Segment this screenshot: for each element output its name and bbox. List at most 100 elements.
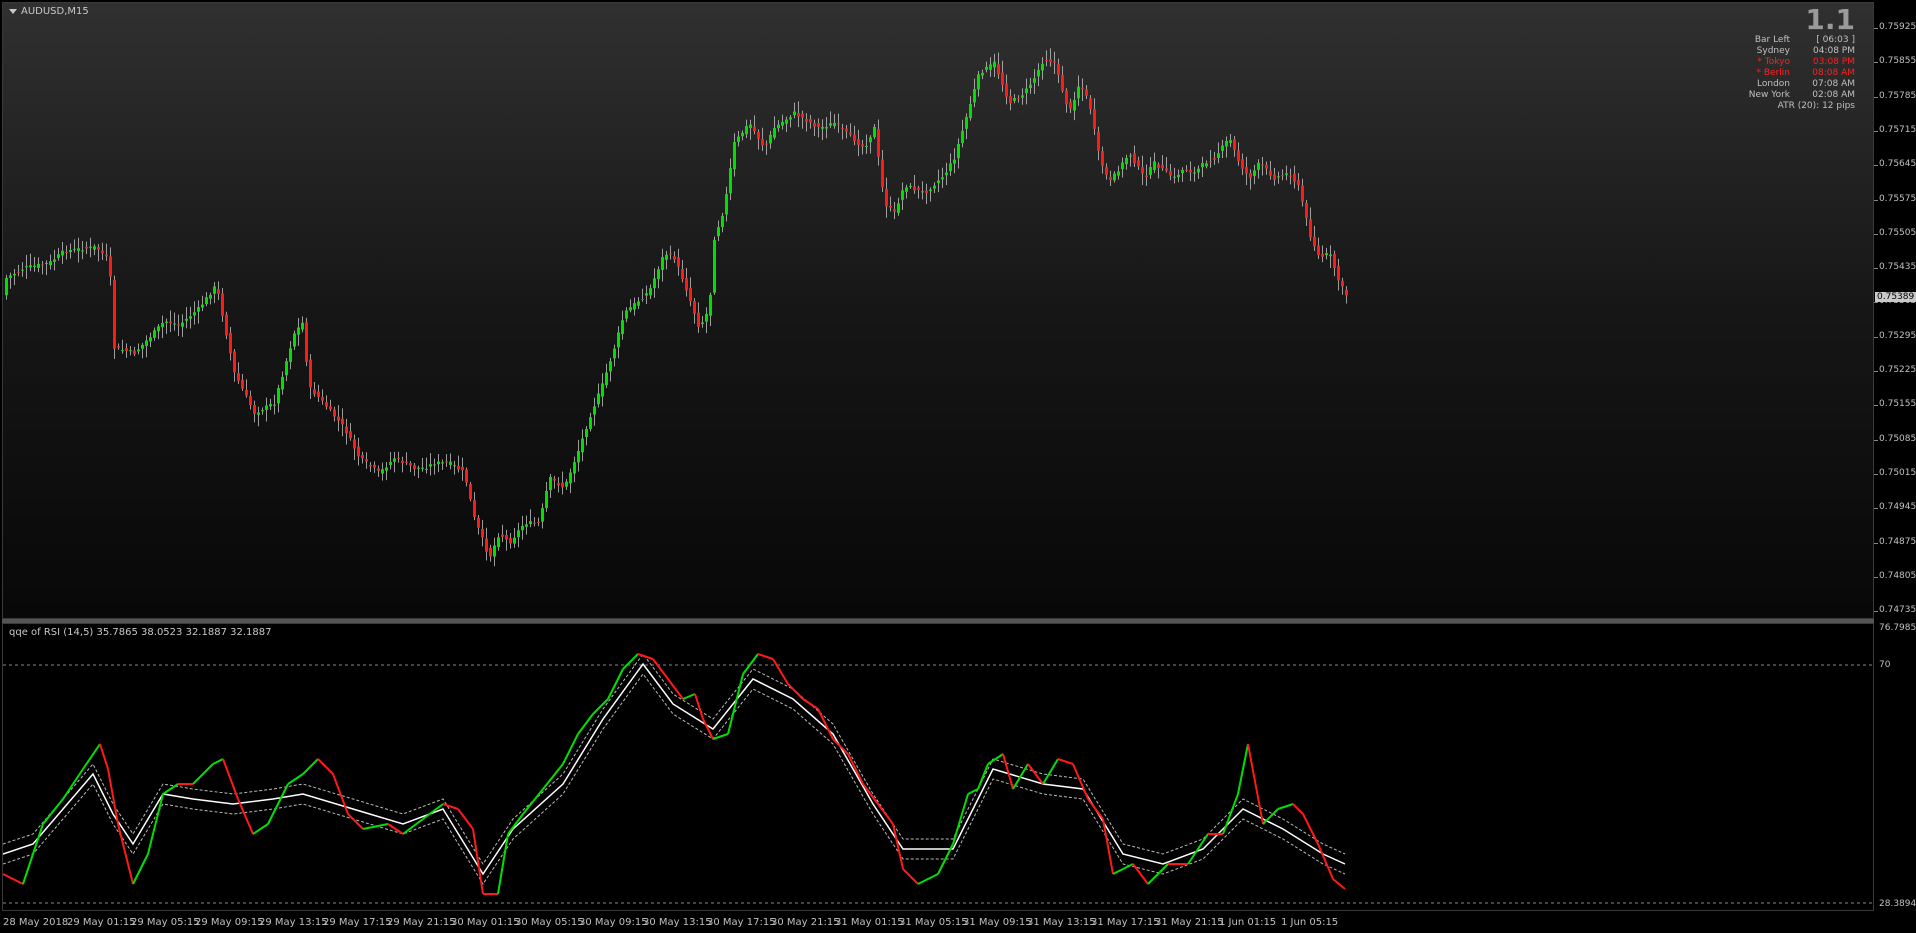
bull-candle [937, 180, 940, 184]
bear-candle [1189, 169, 1192, 173]
indicator-pane[interactable]: qqe of RSI (14,5) 35.7865 38.0523 32.188… [2, 623, 1874, 911]
price-tick-label: 0.75645 [1879, 159, 1916, 170]
bull-candle [745, 126, 748, 135]
indicator-axis[interactable]: 76.7985 70 28.3894 [1874, 623, 1916, 911]
bear-candle [249, 396, 252, 406]
time-tick-label: 31 May 13:15 [1027, 917, 1096, 928]
bull-candle [953, 159, 956, 164]
bear-candle [797, 112, 800, 117]
session-time: 07:08 AM [1812, 79, 1855, 89]
price-tick-label: 0.75715 [1879, 124, 1916, 135]
rsi-line-segment [1147, 863, 1169, 885]
rsi-line-segment [252, 823, 269, 835]
bull-candle [1033, 78, 1036, 83]
bull-candle [657, 269, 660, 280]
bull-candle [705, 313, 708, 322]
rsi-line-segment [1102, 818, 1114, 875]
session-name: Sydney [1756, 46, 1790, 56]
bull-candle [793, 111, 796, 116]
bull-candle [37, 263, 40, 268]
bull-candle [1325, 253, 1328, 256]
rsi-line-segment [302, 758, 319, 775]
bear-candle [305, 322, 308, 362]
bull-candle [437, 461, 440, 465]
bull-candle [625, 310, 628, 319]
bear-candle [1017, 98, 1020, 100]
bear-candle [113, 279, 116, 349]
time-axis[interactable]: 28 May 2018 29 May 01:15 29 May 05:15 29 Ma… [0, 911, 1874, 933]
bull-candle [721, 215, 724, 228]
time-tick-label: 31 May 01:15 [835, 917, 904, 928]
indicator-level-70-label: 70 [1879, 660, 1891, 670]
price-tick [1874, 542, 1878, 544]
rsi-line-segment [212, 758, 224, 765]
bear-candle [1273, 174, 1276, 180]
bull-candle [941, 177, 944, 180]
price-axis[interactable]: 0.75925 0.75855 0.75785 0.75715 0.75645 0.755… [1874, 2, 1916, 619]
bull-candle [1221, 145, 1224, 151]
bull-candle [549, 476, 552, 491]
price-tick [1874, 233, 1878, 235]
bull-candle [933, 185, 936, 189]
bear-candle [1233, 139, 1236, 150]
bear-candle [353, 439, 356, 449]
dropdown-arrow-icon[interactable] [9, 8, 17, 14]
bear-candle [681, 268, 684, 280]
rsi-line-segment [457, 808, 474, 830]
bull-candle [829, 123, 832, 126]
bear-candle [229, 332, 232, 354]
rsi-line-segment [1222, 793, 1239, 835]
bull-candle [181, 322, 184, 327]
symbol-label: AUDUSD,M15 [21, 6, 89, 17]
price-tick [1874, 199, 1878, 201]
bull-candle [613, 348, 616, 359]
bear-candle [253, 404, 256, 414]
bull-candle [973, 89, 976, 103]
bull-candle [1025, 88, 1028, 94]
bear-candle [1333, 254, 1336, 269]
time-tick-label: 28 May 2018 [3, 917, 69, 928]
bear-candle [861, 144, 864, 147]
bull-candle [69, 250, 72, 253]
bull-candle [773, 128, 776, 138]
bull-candle [621, 320, 624, 335]
bull-candle [5, 277, 8, 296]
bull-candle [961, 130, 964, 143]
bull-candle [285, 361, 288, 376]
bull-candle [645, 293, 648, 296]
symbol-title[interactable]: AUDUSD,M15 [9, 6, 89, 17]
bear-candle [85, 246, 88, 249]
bull-candle [653, 278, 656, 289]
rsi-line-segment [637, 653, 654, 660]
bull-candle [1129, 155, 1132, 157]
bull-candle [385, 467, 388, 471]
bear-candle [401, 460, 404, 464]
rsi-line-segment [682, 693, 696, 700]
bear-candle [1237, 150, 1240, 162]
bull-candle [1225, 141, 1228, 147]
chart-window[interactable]: AUDUSD,M15 1.1 Bar Left [ 06:03 ] Sydney 04… [0, 0, 1916, 933]
bull-candle [61, 250, 64, 256]
bull-candle [545, 490, 548, 508]
bull-candle [53, 259, 56, 262]
bull-candle [1173, 176, 1176, 178]
rsi-line-segment [592, 698, 609, 715]
bull-candle [289, 348, 292, 362]
bull-candle [629, 307, 632, 311]
rsi-line-segment [1302, 813, 1319, 845]
time-tick-label: 29 May 17:15 [323, 917, 392, 928]
price-chart-pane[interactable]: AUDUSD,M15 1.1 Bar Left [ 06:03 ] Sydney 04… [2, 2, 1874, 619]
bull-candle [493, 545, 496, 557]
bull-candle [165, 321, 168, 323]
bear-candle [753, 126, 756, 132]
bear-candle [1009, 96, 1012, 104]
bull-candle [569, 472, 572, 484]
bear-candle [1265, 164, 1268, 169]
price-tick-label: 0.74875 [1879, 536, 1916, 547]
bear-candle [325, 402, 328, 407]
bear-candle [169, 321, 172, 324]
bull-candle [93, 246, 96, 250]
bull-candle [993, 61, 996, 68]
session-time: 02:08 AM [1812, 90, 1855, 100]
price-tick-label: 0.75575 [1879, 193, 1916, 204]
